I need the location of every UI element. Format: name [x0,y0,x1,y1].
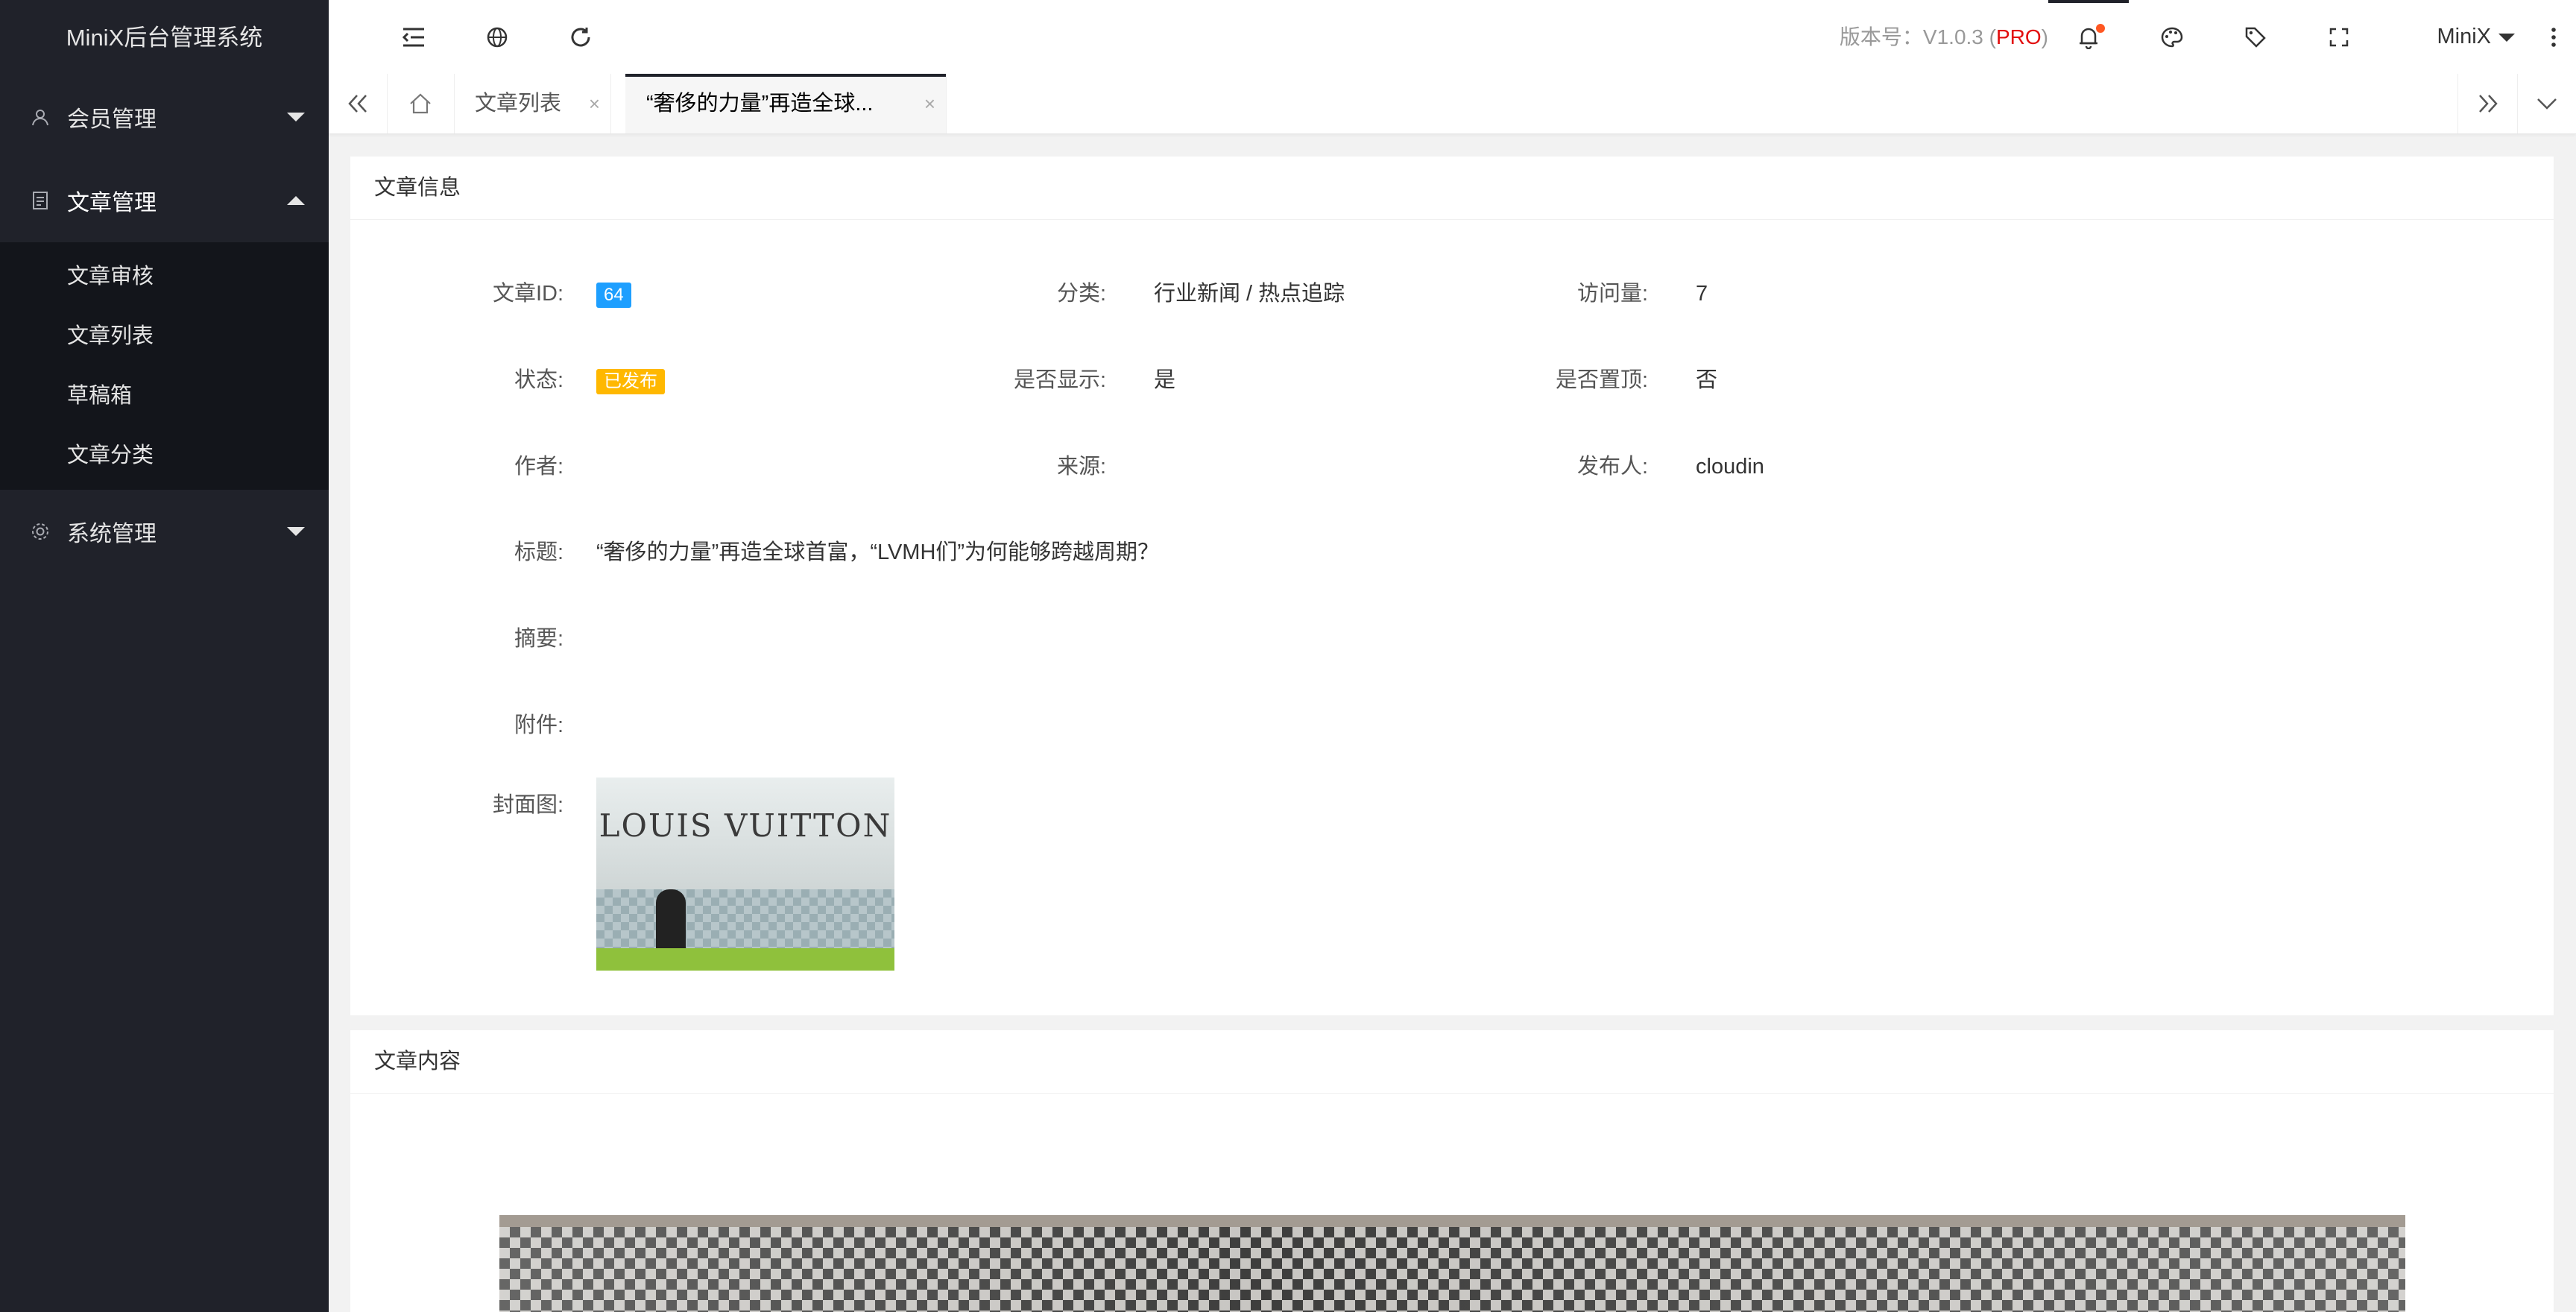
notification-dot [2096,24,2105,33]
field-value-top: 否 [1696,368,1718,392]
user-name: MiniX [2437,25,2491,48]
field-value-publisher: cloudin [1696,455,1764,479]
image-glass [499,1227,2405,1312]
id-badge: 64 [596,283,631,308]
tabs-scroll-left-icon[interactable] [329,74,388,133]
tab-label: 文章列表 [475,92,562,116]
field-label-status: 状态: [514,368,564,392]
field-label-title: 标题: [514,540,564,564]
user-menu[interactable]: MiniX [2437,0,2515,74]
top-header: 版本号：V1.0.3 (PRO) MiniX [329,0,2576,75]
chevron-down-icon [287,527,305,536]
cover-sign-text: LOUIS VUITTON [599,807,892,844]
field-value-show: 是 [1154,368,1176,392]
field-label-source: 来源: [1056,455,1106,479]
version-label: 版本号： [1839,25,1923,48]
menu-label: 文章管理 [67,191,157,215]
tab-article-list[interactable]: 文章列表 × [454,74,611,133]
field-value-id: 64 [596,279,631,309]
version-info: 版本号：V1.0.3 (PRO) [1840,0,2048,74]
version-number: V1.0.3 ( [1922,25,1996,48]
close-icon[interactable]: × [924,74,935,133]
menu-label: 会员管理 [67,107,157,132]
field-label-author: 作者: [514,455,564,479]
chevron-down-icon [287,113,305,122]
menu-article-management[interactable]: 文章管理 [0,159,329,242]
close-icon[interactable]: × [589,74,600,133]
field-value-title: “奢侈的力量”再造全球首富，“LVMH们”为何能够跨越周期？ [596,540,1160,564]
sidebar-item-article-list[interactable]: 文章列表 [0,306,329,366]
field-value-category: 行业新闻 / 热点追踪 [1154,282,1345,306]
image-ceiling [499,1215,2405,1227]
globe-icon[interactable] [467,0,527,74]
field-label-top: 是否置顶: [1555,368,1648,392]
tabs-scroll-right-icon[interactable] [2457,74,2518,133]
menu-member-management[interactable]: 会员管理 [0,75,329,159]
fullscreen-icon[interactable] [2309,0,2369,74]
field-value-status: 已发布 [596,365,665,395]
tag-icon[interactable] [2226,0,2285,74]
bell-icon[interactable] [2059,0,2118,74]
menu-label: 系统管理 [67,522,157,546]
palette-icon[interactable] [2142,0,2202,74]
document-icon [30,190,51,211]
gear-icon [30,521,51,542]
cover-image[interactable]: LOUIS VUITTON [596,778,894,971]
tab-label: “奢侈的力量”再造全球... [646,92,874,116]
version-pro: PRO [1995,25,2042,48]
menu-collapse-icon[interactable] [384,0,443,74]
tab-article-detail[interactable]: “奢侈的力量”再造全球... × [625,74,947,133]
card-title: 文章信息 [350,157,2554,220]
field-label-category: 分类: [1056,282,1106,306]
sidebar-item-article-category[interactable]: 文章分类 [0,426,329,485]
user-icon [30,107,51,127]
tabs-dropdown-icon[interactable] [2517,74,2576,133]
field-label-id: 文章ID: [492,282,564,306]
card-title: 文章内容 [350,1030,2554,1094]
app-logo[interactable]: MiniX后台管理系统 [0,0,329,75]
menu-system-management[interactable]: 系统管理 [0,490,329,573]
article-submenu: 文章审核 文章列表 草稿箱 文章分类 [0,242,329,490]
field-label-cover: 封面图: [492,793,564,817]
sidebar-item-drafts[interactable]: 草稿箱 [0,366,329,426]
tabs-bar: 文章列表 × “奢侈的力量”再造全球... × [329,74,2576,134]
field-label-attachment: 附件: [514,713,564,737]
field-label-publisher: 发布人: [1576,455,1648,479]
refresh-icon[interactable] [551,0,610,74]
cover-wall [596,889,894,949]
more-vertical-icon[interactable] [2531,0,2576,74]
field-value-views: 7 [1696,282,1708,306]
sidebar: MiniX后台管理系统 会员管理 文章管理 文章审核 文章列表 草稿箱 文章分类… [0,0,329,1312]
cover-grass [596,948,894,971]
home-icon[interactable] [387,74,455,133]
field-label-show: 是否显示: [1013,368,1106,392]
status-badge: 已发布 [596,369,665,394]
chevron-up-icon [287,196,305,205]
caret-down-icon [2498,33,2515,42]
sidebar-item-article-review[interactable]: 文章审核 [0,247,329,306]
version-close: ) [2041,25,2048,48]
field-label-summary: 摘要: [514,627,564,651]
field-label-views: 访问量: [1576,282,1648,306]
article-content-image [499,1215,2405,1312]
